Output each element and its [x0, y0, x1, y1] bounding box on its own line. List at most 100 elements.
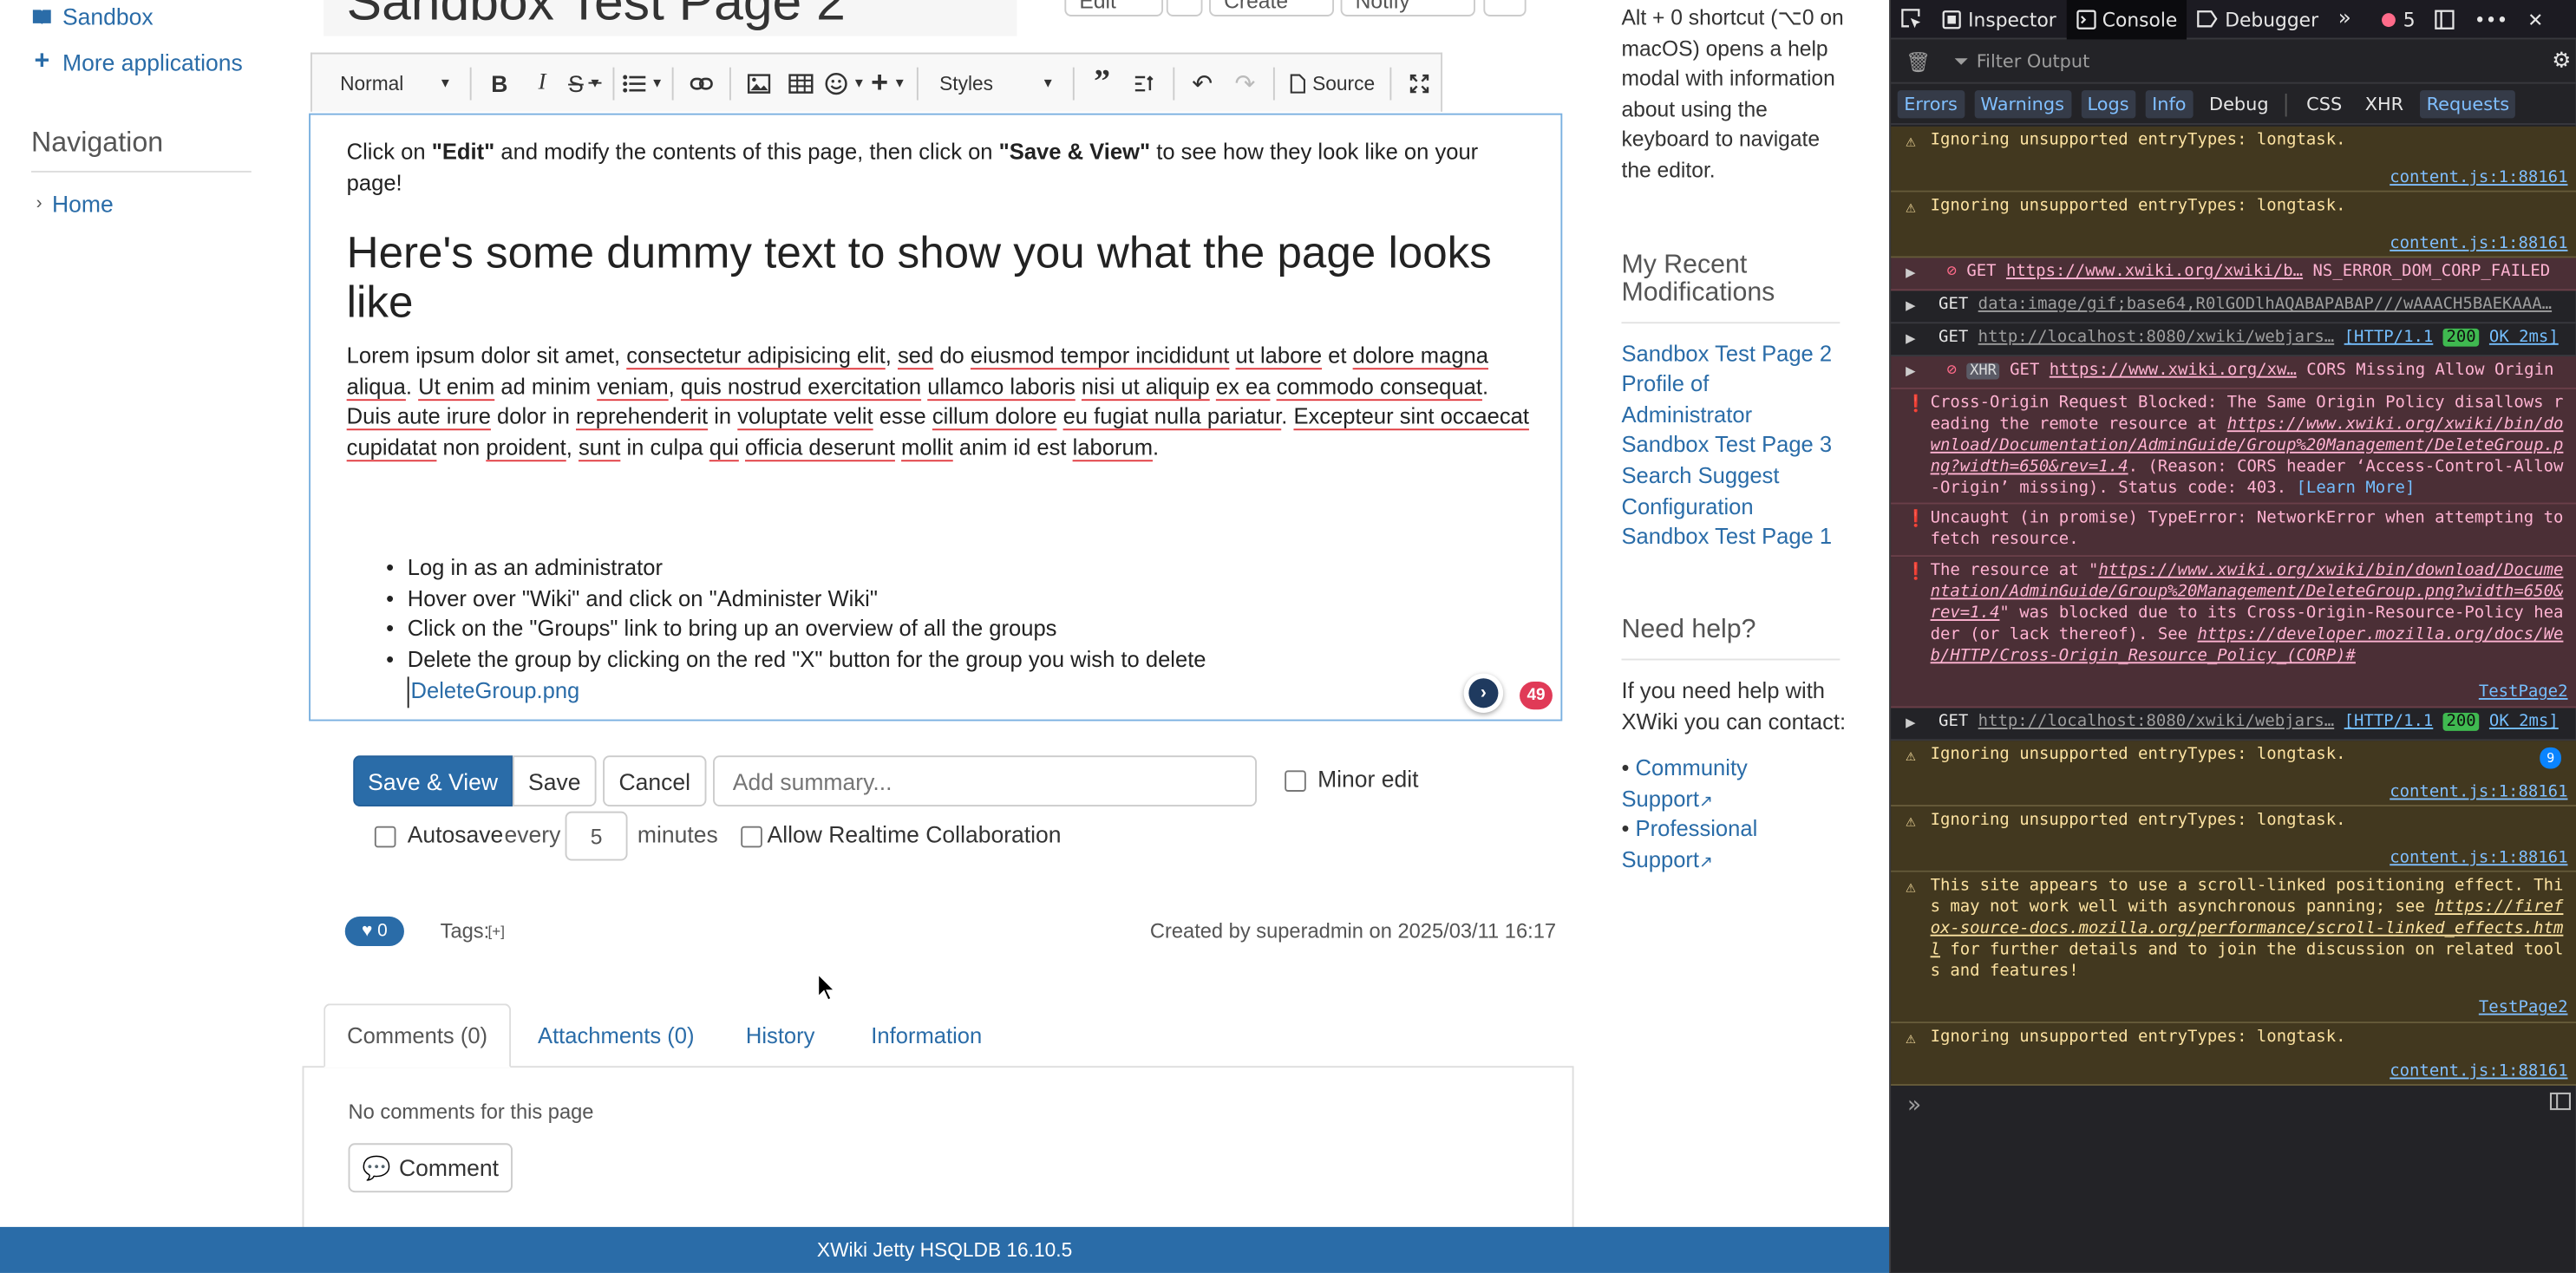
recent-link[interactable]: Sandbox Test Page 3 [1621, 430, 1851, 460]
add-tag-link[interactable]: [+] [488, 923, 505, 939]
spellcheck-word[interactable]: quis nostrud exercitation [681, 374, 921, 398]
source-link[interactable]: content.js:1:88161 [2390, 233, 2567, 255]
dock-side-icon[interactable] [2425, 0, 2464, 39]
emoji-icon[interactable]: ▼ [825, 63, 866, 102]
console-message-warning[interactable]: ⚠ Ignoring unsupported entryTypes: longt… [1891, 806, 2576, 872]
sidebar-item-more-applications[interactable]: + More applications [31, 48, 242, 77]
tab-history[interactable]: History [729, 1003, 831, 1067]
recent-link[interactable]: Sandbox Test Page 2 [1621, 340, 1851, 370]
spellcheck-word[interactable]: veniam [597, 374, 668, 398]
minor-edit-checkbox[interactable] [1285, 770, 1306, 792]
spellcheck-word[interactable]: reprehenderit [576, 404, 708, 428]
spellcheck-word[interactable]: sunt [579, 434, 620, 459]
spellcheck-word[interactable]: qui [709, 434, 739, 459]
save-view-button[interactable]: Save & View [353, 755, 513, 807]
category-requests[interactable]: Requests [2420, 90, 2516, 119]
tab-debugger[interactable]: Debugger [2187, 0, 2329, 39]
console-message-warning[interactable]: ⚠ Ignoring unsupported entryTypes: longt… [1891, 192, 2576, 258]
console-network-request[interactable]: ▶ ⊘ GET https://www.xwiki.org/xwiki/b… N… [1891, 258, 2576, 291]
edit-button[interactable]: Edit [1064, 0, 1164, 16]
console-network-request[interactable]: ▶ GET data:image/gif;base64,R0lGODlhAQAB… [1891, 291, 2576, 324]
recent-link[interactable]: Sandbox Test Page 1 [1621, 522, 1851, 552]
tab-console[interactable]: Console [2066, 0, 2187, 39]
category-warnings[interactable]: Warnings [1973, 90, 2071, 119]
learn-more-link[interactable]: [Learn More] [2297, 480, 2416, 498]
spellcheck-word[interactable]: nisi ut aliquip [1082, 374, 1210, 398]
styles-dropdown[interactable]: Styles ▼ [926, 63, 1064, 102]
tab-comments[interactable]: Comments (0) [324, 1003, 512, 1068]
list-icon[interactable]: ▼ [623, 63, 664, 102]
console-message-error[interactable]: ❗ The resource at "https://www.xwiki.org… [1891, 557, 2576, 708]
sidebar-item-sandbox[interactable]: Sandbox [31, 3, 154, 29]
split-console-icon[interactable] [2549, 1092, 2572, 1116]
filter-input[interactable]: Filter Output [1977, 51, 2090, 73]
source-link[interactable]: content.js:1:88161 [2390, 167, 2567, 189]
community-support-link[interactable]: • Community Support↗ [1621, 754, 1801, 818]
console-message-error[interactable]: ❗ Cross-Origin Request Blocked: The Same… [1891, 388, 2576, 505]
source-link[interactable]: content.js:1:88161 [2390, 782, 2567, 804]
spellcheck-word[interactable]: eiusmod tempor incididunt [971, 343, 1229, 368]
edit-dropdown-button[interactable] [1166, 0, 1203, 16]
spellcheck-word[interactable]: commodo consequat [1277, 374, 1482, 398]
maximize-icon[interactable] [1400, 63, 1439, 102]
console-message-warning[interactable]: ⚠ Ignoring unsupported entryTypes: longt… [1891, 1023, 2576, 1087]
console-input[interactable]: » [1891, 1082, 2576, 1128]
category-xhr[interactable]: XHR [2358, 90, 2410, 118]
spellcheck-word[interactable]: sed [898, 343, 933, 368]
more-tabs-icon[interactable]: » [2328, 0, 2361, 39]
console-network-request[interactable]: ▶ ⊘ XHR GET https://www.xwiki.org/xw… CO… [1891, 356, 2576, 389]
tab-inspector[interactable]: Inspector [1932, 0, 2066, 39]
spellcheck-word[interactable]: Duis aute irure [347, 404, 491, 428]
create-button[interactable]: Create [1209, 0, 1335, 16]
spellcheck-word[interactable]: cillum dolore [932, 404, 1057, 428]
rich-text-editor[interactable]: Click on "Edit" and modify the contents … [309, 113, 1563, 721]
italic-icon[interactable]: I [522, 63, 561, 102]
undo-icon[interactable]: ↶ [1182, 63, 1221, 102]
category-debug[interactable]: Debug [2202, 90, 2275, 118]
macro-icon[interactable] [1125, 63, 1164, 102]
insert-icon[interactable]: + ▼ [869, 63, 908, 102]
settings-icon[interactable]: ⚙ [2552, 49, 2571, 74]
recent-link[interactable]: Search Suggest Configuration [1621, 461, 1801, 522]
tab-attachments[interactable]: Attachments (0) [526, 1003, 706, 1067]
source-button[interactable]: Source [1283, 63, 1382, 102]
error-counter[interactable]: ● 5 [2371, 0, 2425, 39]
bold-icon[interactable]: B [480, 63, 519, 102]
source-link[interactable]: TestPage2 [2479, 997, 2568, 1019]
spellcheck-word[interactable]: Ut enim [418, 374, 494, 398]
spellcheck-word[interactable]: eu fugiat nulla pariatur [1063, 404, 1282, 428]
cancel-button[interactable]: Cancel [603, 755, 707, 807]
close-icon[interactable]: ✕ [2518, 0, 2553, 39]
grammar-issue-count[interactable]: 49 [1520, 682, 1553, 710]
link-icon[interactable] [682, 63, 721, 102]
comment-button[interactable]: 💬 Comment [348, 1143, 513, 1193]
console-network-request[interactable]: ▶ GET http://localhost:8080/xwiki/webjar… [1891, 708, 2576, 741]
category-errors[interactable]: Errors [1897, 90, 1965, 119]
format-dropdown[interactable]: Normal ▼ [327, 63, 461, 102]
image-link[interactable]: DeleteGroup.png [407, 676, 736, 708]
console-message-warning[interactable]: ⚠ This site appears to use a scroll-link… [1891, 872, 2576, 1024]
strikethrough-icon[interactable]: S ▼ [566, 63, 605, 102]
source-link[interactable]: TestPage2 [2479, 682, 2568, 703]
professional-support-link[interactable]: • Professional Support↗ [1621, 814, 1801, 878]
spellcheck-word[interactable]: proident [486, 434, 566, 459]
category-info[interactable]: Info [2145, 90, 2194, 119]
spellcheck-word[interactable]: officia deserunt [745, 434, 895, 459]
source-link[interactable]: content.js:1:88161 [2390, 1061, 2567, 1083]
notifications-button[interactable]: Notify [1340, 0, 1475, 16]
spellcheck-word[interactable]: consectetur adipisicing elit [626, 343, 885, 368]
blockquote-icon[interactable]: ” [1082, 63, 1121, 102]
recent-link[interactable]: Profile of Administrator [1621, 369, 1785, 430]
spellcheck-word[interactable]: laborum [1073, 434, 1153, 459]
grammar-checker-button[interactable]: › [1463, 673, 1504, 714]
category-css[interactable]: CSS [2300, 90, 2349, 118]
console-network-request[interactable]: ▶ GET http://localhost:8080/xwiki/webjar… [1891, 323, 2576, 357]
spellcheck-word[interactable]: ullamco laboris [927, 374, 1076, 398]
table-icon[interactable] [781, 63, 821, 102]
spellcheck-word[interactable]: voluptate velit [737, 404, 873, 428]
console-message-warning[interactable]: ⚠ Ignoring unsupported entryTypes: longt… [1891, 126, 2576, 193]
more-actions-button[interactable] [1483, 0, 1527, 16]
redo-icon[interactable]: ↷ [1226, 63, 1265, 102]
save-button[interactable]: Save [512, 755, 597, 807]
like-button[interactable]: ♥ 0 [344, 916, 404, 947]
